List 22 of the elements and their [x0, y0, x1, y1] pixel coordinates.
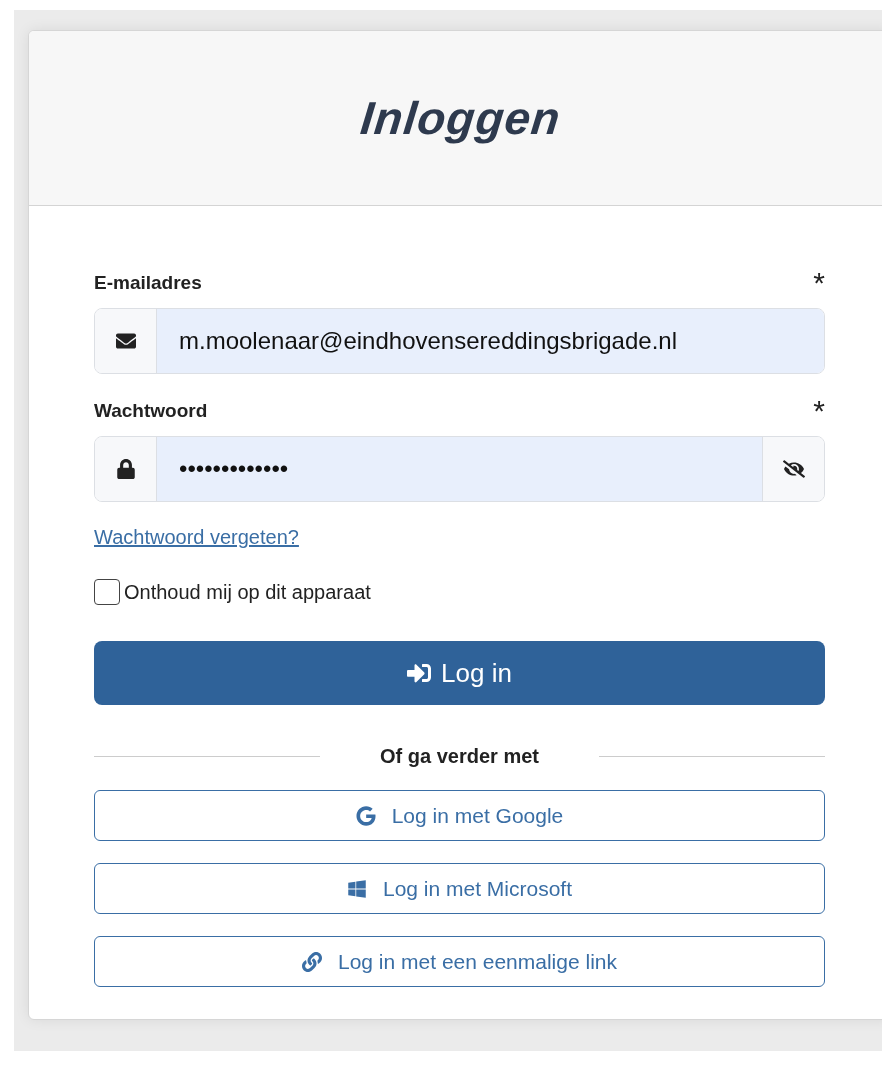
divider-label: Of ga verder met — [379, 745, 540, 768]
forgot-password-link[interactable]: Wachtwoord vergeten? — [94, 526, 299, 549]
login-button[interactable]: Log in — [94, 641, 825, 705]
envelope-icon — [115, 331, 136, 351]
alt-login-button[interactable]: Log in met Microsoft — [94, 863, 825, 914]
required-mark: * — [813, 400, 825, 422]
eye-slash-icon[interactable] — [782, 458, 805, 480]
lock-icon — [115, 459, 136, 479]
password-field[interactable]: ••••••••••••• — [94, 436, 825, 502]
google-g-icon — [355, 805, 376, 826]
alt-login-button[interactable]: Log in met een eenmalige link — [94, 936, 825, 987]
remember-checkbox[interactable] — [94, 579, 120, 605]
email-field[interactable]: m.moolenaar@eindhovensereddingsbrigade.nl — [94, 308, 825, 374]
link-icon — [302, 951, 322, 972]
page-title: Inloggen — [357, 91, 564, 145]
required-mark: * — [813, 272, 825, 294]
field-label: Wachtwoord — [94, 400, 208, 422]
checkbox-label: Onthoud mij op dit apparaat — [124, 580, 371, 604]
alt-login-button[interactable]: Log in met Google — [94, 790, 825, 841]
sign-in-icon — [407, 661, 432, 685]
four-squares-icon — [346, 878, 367, 899]
field-label: E-mailadres — [94, 272, 202, 294]
